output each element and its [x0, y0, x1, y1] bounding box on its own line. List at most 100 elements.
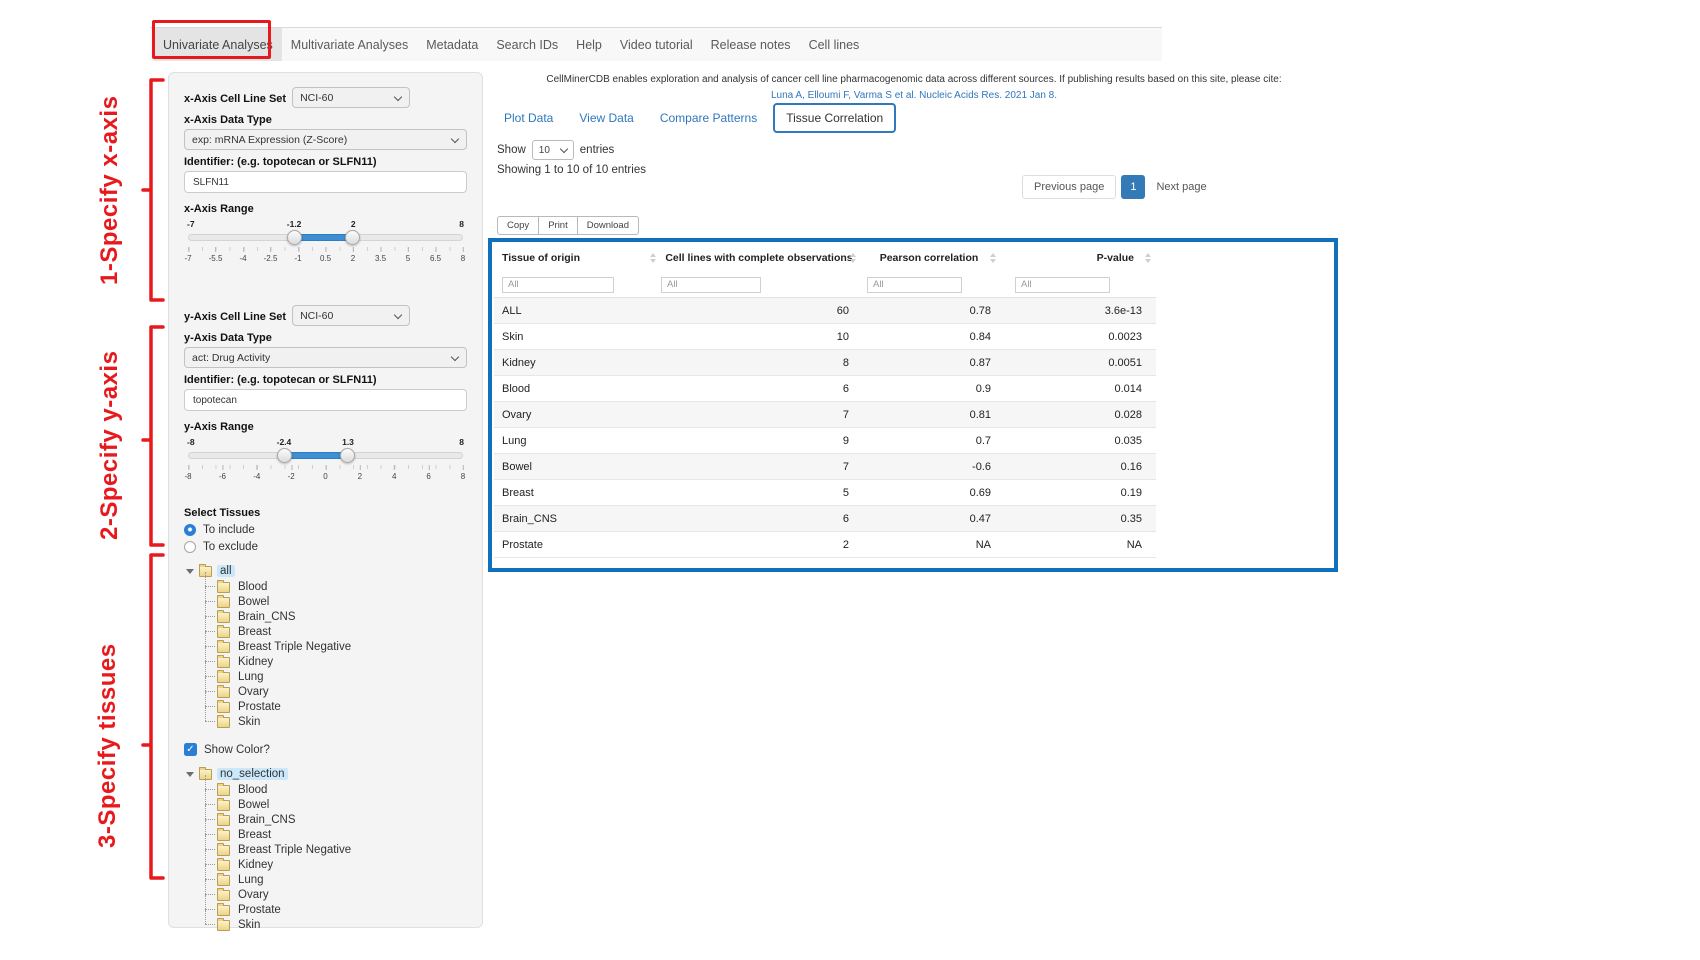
tree-node-skin[interactable]: Skin [201, 714, 467, 729]
tree-node-no-selection[interactable]: no_selection [217, 768, 288, 780]
to-include-radio[interactable]: To include [184, 524, 467, 536]
y-axis-data-type-select[interactable]: act: Drug Activity [184, 347, 467, 368]
y-axis-range-slider[interactable]: -88-2.41.3-8-6-4-202468 [187, 437, 464, 487]
filter-input-tissue-of-origin[interactable]: All [502, 277, 614, 293]
download-button[interactable]: Download [577, 216, 639, 235]
slider-ticks: -8-6-4-202468 [188, 465, 463, 483]
tree-children: BloodBowelBrain_CNSBreastBreast Triple N… [186, 782, 467, 932]
column-header-pearson-correlation[interactable]: Pearson correlation [859, 252, 999, 264]
x-axis-identifier-input[interactable]: SLFN11 [184, 171, 467, 193]
column-header-tissue-of-origin[interactable]: Tissue of origin [494, 252, 659, 264]
tree-node-prostate[interactable]: Prostate [201, 699, 467, 714]
x-axis-data-type-value: exp: mRNA Expression (Z-Score) [192, 134, 347, 146]
tree-node-brain-cns[interactable]: Brain_CNS [201, 812, 467, 827]
annotation-red-box [152, 20, 271, 59]
table-body: ALL600.783.6e-13Skin100.840.0023Kidney80… [494, 298, 1156, 558]
x-axis-data-type-label: x-Axis Data Type [184, 114, 467, 126]
tree-node-lung[interactable]: Lung [201, 669, 467, 684]
tab-tissue-correlation[interactable]: Tissue Correlation [773, 103, 896, 133]
slider-tick-label: 0.5 [320, 254, 331, 263]
to-exclude-radio[interactable]: To exclude [184, 541, 467, 553]
slider-tick-label: -6 [219, 472, 226, 481]
tree-caret-icon[interactable] [186, 772, 194, 781]
tree-node-breast-triple-negative[interactable]: Breast Triple Negative [201, 639, 467, 654]
table-row-bowel: Bowel7-0.60.16 [494, 454, 1156, 480]
tree-node-ovary[interactable]: Ovary [201, 684, 467, 699]
tab-view-data[interactable]: View Data [569, 104, 643, 132]
folder-icon [217, 582, 230, 593]
showing-entries-status: Showing 1 to 10 of 10 entries [497, 164, 646, 176]
slider-handle-high[interactable] [345, 230, 360, 245]
folder-icon [217, 830, 230, 841]
table-row-lung: Lung90.70.035 [494, 428, 1156, 454]
tree-node-kidney[interactable]: Kidney [201, 654, 467, 669]
nav-item-metadata[interactable]: Metadata [417, 28, 487, 61]
page-1-button[interactable]: 1 [1121, 175, 1145, 199]
slider-tick-label: 3.5 [375, 254, 386, 263]
print-button[interactable]: Print [538, 216, 578, 235]
tree-node-blood[interactable]: Blood [201, 782, 467, 797]
folder-icon [217, 905, 230, 916]
citation-link[interactable]: Luna A, Elloumi F, Varma S et al. Nuclei… [488, 90, 1340, 101]
slider-handle-high[interactable] [340, 448, 355, 463]
tree-node-breast[interactable]: Breast [201, 624, 467, 639]
nav-item-multivariate-analyses[interactable]: Multivariate Analyses [282, 28, 417, 61]
nav-item-search-ids[interactable]: Search IDs [487, 28, 567, 61]
folder-icon [217, 612, 230, 623]
tree-node-blood[interactable]: Blood [201, 579, 467, 594]
tree-node-breast-triple-negative[interactable]: Breast Triple Negative [201, 842, 467, 857]
show-color-checkbox[interactable]: ✓ Show Color? [184, 743, 467, 756]
entries-count-select[interactable]: 10 [532, 140, 574, 160]
column-header-cell-lines-with-complete-observations[interactable]: Cell lines with complete observations [659, 252, 859, 264]
table-row-blood: Blood60.90.014 [494, 376, 1156, 402]
tree-node-skin[interactable]: Skin [201, 917, 467, 932]
tree-node-all[interactable]: all [217, 565, 235, 577]
slider-tick-label: 6 [426, 472, 430, 481]
column-header-p-value[interactable]: P-value [999, 252, 1154, 264]
slider-ticks: -7-5.5-4-2.5-10.523.556.58 [188, 247, 463, 265]
tree-node-prostate[interactable]: Prostate [201, 902, 467, 917]
table-row-ovary: Ovary70.810.028 [494, 402, 1156, 428]
previous-page-button[interactable]: Previous page [1022, 175, 1116, 199]
filter-input-cell-lines-with-complete-observations[interactable]: All [661, 277, 761, 293]
x-axis-data-type-select[interactable]: exp: mRNA Expression (Z-Score) [184, 129, 467, 150]
slider-handle-low[interactable] [287, 230, 302, 245]
tree-node-kidney[interactable]: Kidney [201, 857, 467, 872]
x-axis-range-slider[interactable]: -78-1.22-7-5.5-4-2.5-10.523.556.58 [187, 219, 464, 269]
tree-node-lung[interactable]: Lung [201, 872, 467, 887]
sort-up-arrow [990, 253, 996, 257]
y-axis-data-type-label: y-Axis Data Type [184, 332, 467, 344]
x-axis-cell-line-set-select[interactable]: NCI-60 [292, 87, 410, 108]
nav-item-cell-lines[interactable]: Cell lines [800, 28, 869, 61]
tree-caret-icon[interactable] [186, 569, 194, 578]
slider-track[interactable] [188, 234, 463, 241]
nav-item-help[interactable]: Help [567, 28, 611, 61]
nav-item-release-notes[interactable]: Release notes [702, 28, 800, 61]
filter-input-pearson-correlation[interactable]: All [867, 277, 962, 293]
next-page-button[interactable]: Next page [1150, 176, 1212, 198]
tree-node-breast[interactable]: Breast [201, 827, 467, 842]
slider-tick-label: -7 [184, 254, 191, 263]
sort-down-arrow [1145, 259, 1151, 263]
slider-track[interactable] [188, 452, 463, 459]
tree-node-bowel[interactable]: Bowel [201, 594, 467, 609]
slider-handle-low[interactable] [277, 448, 292, 463]
tree-node-ovary[interactable]: Ovary [201, 887, 467, 902]
chevron-down-icon [394, 93, 402, 101]
range-handle-value: 2 [351, 219, 356, 229]
copy-button[interactable]: Copy [497, 216, 539, 235]
y-axis-cell-line-set-select[interactable]: NCI-60 [292, 305, 410, 326]
chevron-down-icon [451, 135, 459, 143]
tab-compare-patterns[interactable]: Compare Patterns [650, 104, 767, 132]
y-axis-identifier-input[interactable]: topotecan [184, 389, 467, 411]
slider-tick-label: -4 [239, 254, 246, 263]
tab-plot-data[interactable]: Plot Data [494, 104, 563, 132]
entries-count-value: 10 [539, 145, 550, 156]
tree-node-brain-cns[interactable]: Brain_CNS [201, 609, 467, 624]
filter-input-p-value[interactable]: All [1015, 277, 1110, 293]
slider-tick-label: 6.5 [430, 254, 441, 263]
folder-icon [217, 657, 230, 668]
tree-node-bowel[interactable]: Bowel [201, 797, 467, 812]
nav-item-video-tutorial[interactable]: Video tutorial [611, 28, 702, 61]
folder-icon [217, 920, 230, 931]
